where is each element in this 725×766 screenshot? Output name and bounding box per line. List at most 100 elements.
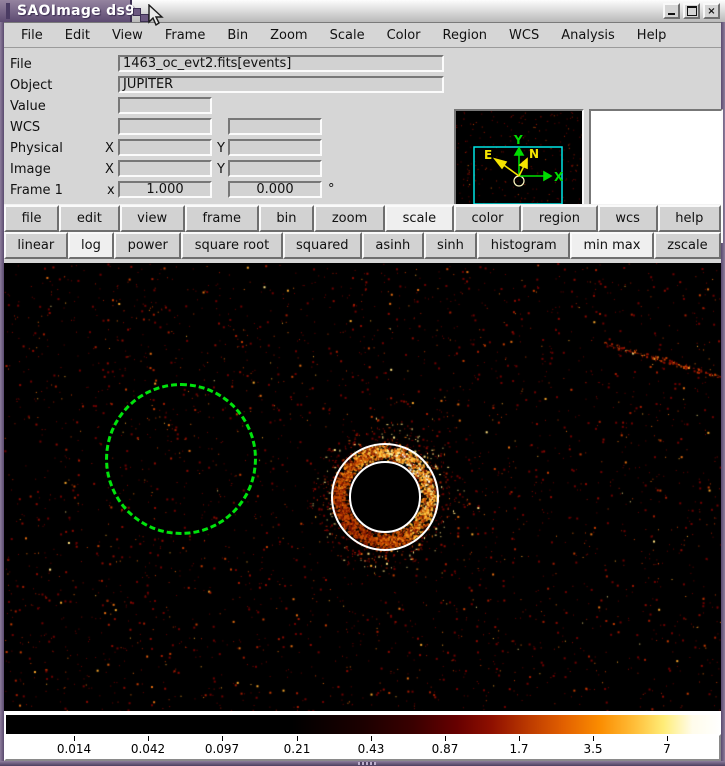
toolbar-button-frame[interactable]: frame <box>185 205 259 232</box>
close-icon: × <box>707 6 715 17</box>
colorbar-gradient[interactable] <box>4 715 721 734</box>
region-annulus-inner[interactable] <box>349 461 421 533</box>
menubar: FileEditViewFrameBinZoomScaleColorRegion… <box>4 23 721 48</box>
menu-color[interactable]: Color <box>376 26 432 45</box>
maximize-icon <box>687 6 697 16</box>
toolbar-button-help[interactable]: help <box>658 205 721 232</box>
menu-edit[interactable]: Edit <box>54 26 101 45</box>
toolbar-button-zoom[interactable]: zoom <box>314 205 385 232</box>
toolbar-button-edit[interactable]: edit <box>59 205 119 232</box>
panner-x-label: X <box>554 170 564 184</box>
scale-button-squared[interactable]: squared <box>283 232 362 259</box>
file-label: File <box>10 57 32 72</box>
frame-rotation-field[interactable]: 0.000 <box>228 181 322 198</box>
image-x-field[interactable] <box>118 160 212 177</box>
physical-y-field[interactable] <box>228 139 322 156</box>
menu-frame[interactable]: Frame <box>154 26 217 45</box>
colorbar-tick <box>222 736 223 741</box>
scale-button-linear[interactable]: linear <box>4 232 68 259</box>
colorbar-tick-label: 0.87 <box>432 742 459 756</box>
colorbar-tick <box>74 736 75 741</box>
image-display[interactable] <box>4 263 721 711</box>
toolbar-button-scale[interactable]: scale <box>385 205 454 232</box>
panner-north-label: N <box>529 147 539 161</box>
minimize-icon <box>668 13 675 15</box>
image-y-label: Y <box>217 162 225 177</box>
file-value-field[interactable]: 1463_oc_evt2.fits[events] <box>118 55 444 72</box>
toolbar-button-color[interactable]: color <box>454 205 521 232</box>
resize-grip[interactable] <box>358 762 376 765</box>
scale-button-square-root[interactable]: square root <box>181 232 282 259</box>
info-panel: File Object Value WCS Physical Image Fra… <box>4 49 721 203</box>
degree-label: ° <box>328 182 335 197</box>
object-value-field[interactable]: JUPITER <box>118 76 444 93</box>
physical-x-field[interactable] <box>118 139 212 156</box>
toolbar-button-file[interactable]: file <box>4 205 59 232</box>
titlebar[interactable]: SAOImage ds9 × <box>0 0 725 23</box>
image-y-field[interactable] <box>228 160 322 177</box>
button-toolbar: fileeditviewframebinzoomscalecolorregion… <box>4 204 721 259</box>
image-x-label: X <box>105 162 114 177</box>
colorbar-tick <box>667 736 668 741</box>
toolbar-button-view[interactable]: view <box>120 205 185 232</box>
scale-button-min-max[interactable]: min max <box>570 232 654 259</box>
scale-button-power[interactable]: power <box>114 232 181 259</box>
scale-button-histogram[interactable]: histogram <box>477 232 570 259</box>
colorbar-tick <box>148 736 149 741</box>
colorbar-tick <box>371 736 372 741</box>
frame-zoom-x-label: x <box>107 183 115 198</box>
frame-zoom-field[interactable]: 1.000 <box>118 181 212 198</box>
colorbar-tick-label: 3.5 <box>583 742 602 756</box>
titlebar-tab-fragment <box>140 14 149 22</box>
value-field[interactable] <box>118 97 212 114</box>
close-button[interactable]: × <box>703 3 720 19</box>
image-label: Image <box>10 162 51 177</box>
physical-label: Physical <box>10 141 63 156</box>
panner-compass-arrows <box>495 159 527 176</box>
colorbar-tick-label: 0.014 <box>57 742 91 756</box>
menu-bin[interactable]: Bin <box>216 26 259 45</box>
minimize-button[interactable] <box>663 3 680 19</box>
menu-view[interactable]: View <box>101 26 154 45</box>
menu-analysis[interactable]: Analysis <box>550 26 626 45</box>
menu-file[interactable]: File <box>10 26 54 45</box>
wcs-x-field[interactable] <box>118 118 212 135</box>
wcs-label: WCS <box>10 120 40 135</box>
menu-zoom[interactable]: Zoom <box>259 26 318 45</box>
maximize-button[interactable] <box>683 3 700 19</box>
colorbar-tick <box>519 736 520 741</box>
colorbar-tick-label: 7 <box>663 742 671 756</box>
scale-button-zscale[interactable]: zscale <box>654 232 721 259</box>
menu-region[interactable]: Region <box>432 26 499 45</box>
physical-y-label: Y <box>217 141 225 156</box>
app-icon <box>6 3 10 19</box>
region-circle-background[interactable] <box>105 383 257 535</box>
scale-button-log[interactable]: log <box>68 232 115 259</box>
ds9-window: SAOImage ds9 × FileEditViewFrameBinZoomS… <box>0 0 725 766</box>
toolbar-button-bin[interactable]: bin <box>259 205 314 232</box>
colorbar-tick <box>297 736 298 741</box>
wcs-y-field[interactable] <box>228 118 322 135</box>
toolbar-button-wcs[interactable]: wcs <box>598 205 658 232</box>
frame-label: Frame 1 <box>10 183 63 198</box>
value-label: Value <box>10 99 46 114</box>
menu-help[interactable]: Help <box>626 26 678 45</box>
panner-origin-circle <box>514 176 524 186</box>
colorbar-scale: 0.0140.0420.0970.210.430.871.73.57 <box>4 734 721 761</box>
toolbar-button-region[interactable]: region <box>521 205 597 232</box>
toolbar-row-scale-options: linearlogpowersquare rootsquaredasinhsin… <box>4 232 721 259</box>
colorbar-tick-label: 0.097 <box>205 742 239 756</box>
colorbar-tick <box>445 736 446 741</box>
menu-wcs[interactable]: WCS <box>498 26 550 45</box>
scale-button-sinh[interactable]: sinh <box>424 232 478 259</box>
colorbar-tick-label: 0.042 <box>131 742 165 756</box>
titlebar-tab[interactable]: SAOImage ds9 <box>0 0 132 22</box>
menu-scale[interactable]: Scale <box>319 26 376 45</box>
panner-y-label: Y <box>513 133 523 147</box>
colorbar-tick <box>593 736 594 741</box>
object-label: Object <box>10 78 52 93</box>
physical-x-label: X <box>105 141 114 156</box>
panner-east-label: E <box>484 148 492 162</box>
colorbar-tick-label: 0.43 <box>358 742 385 756</box>
scale-button-asinh[interactable]: asinh <box>362 232 424 259</box>
